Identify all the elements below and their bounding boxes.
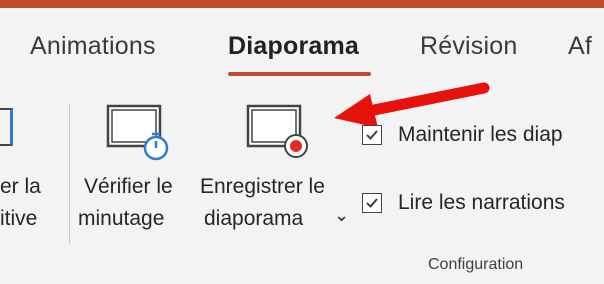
tab-revision[interactable]: Révision bbox=[420, 32, 517, 61]
verify-timing-label-line1[interactable]: Vérifier le bbox=[84, 172, 173, 202]
tab-animations[interactable]: Animations bbox=[30, 32, 156, 61]
ribbon-tabs: Animations Diaporama Révision Af bbox=[0, 18, 604, 88]
checkmark-icon bbox=[366, 198, 378, 208]
chevron-down-icon[interactable]: ⌄ bbox=[334, 200, 349, 230]
record-slideshow-button[interactable] bbox=[240, 100, 312, 169]
truncated-button-icon[interactable] bbox=[0, 92, 14, 152]
keep-slides-checkbox[interactable] bbox=[362, 125, 382, 145]
verify-timing-label-line2[interactable]: minutage bbox=[78, 204, 164, 234]
play-narrations-checkbox[interactable] bbox=[362, 193, 382, 213]
record-slideshow-label-line2[interactable]: diaporama bbox=[204, 204, 303, 234]
screen-edge-icon bbox=[0, 108, 13, 146]
truncated-button-label-line1[interactable]: er la bbox=[0, 172, 41, 202]
truncated-button-label-line2[interactable]: itive bbox=[0, 204, 37, 234]
group-separator bbox=[69, 104, 70, 244]
tab-diaporama[interactable]: Diaporama bbox=[228, 32, 359, 61]
record-slideshow-label-line1[interactable]: Enregistrer le bbox=[200, 172, 325, 202]
title-bar-band bbox=[0, 0, 604, 11]
verify-timing-button[interactable] bbox=[104, 100, 176, 169]
keep-slides-label: Maintenir les diap bbox=[398, 123, 563, 146]
timer-screen-icon bbox=[106, 104, 169, 161]
tab-affichage[interactable]: Af bbox=[568, 32, 592, 61]
group-label-configuration: Configuration bbox=[428, 256, 524, 273]
checkmark-icon bbox=[366, 130, 378, 140]
record-screen-icon bbox=[246, 104, 308, 158]
play-narrations-label: Lire les narrations bbox=[398, 191, 565, 214]
